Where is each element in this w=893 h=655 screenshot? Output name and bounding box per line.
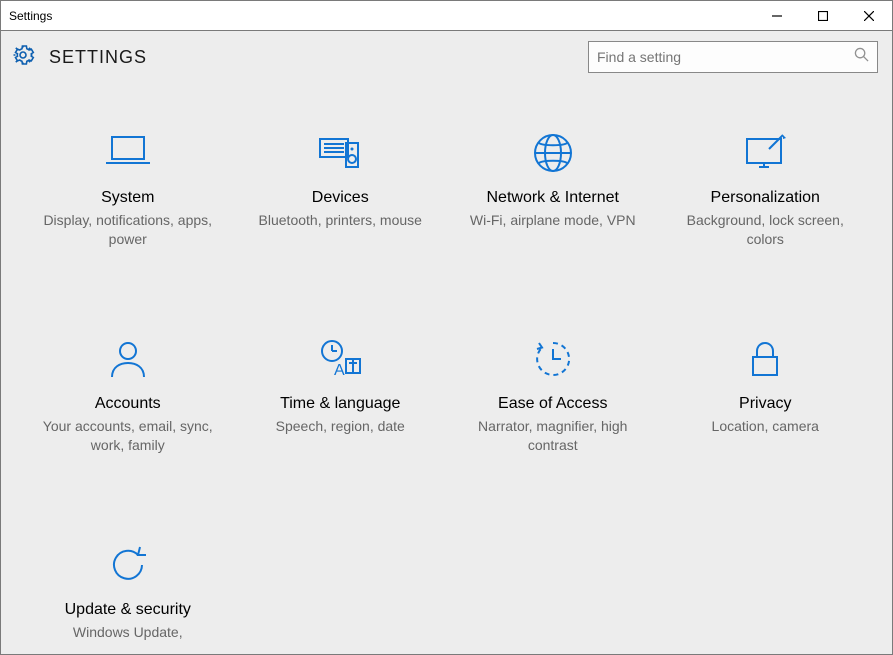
devices-icon [245, 123, 435, 175]
tile-title: System [33, 189, 223, 207]
tile-description: Display, notifications, apps, power [33, 211, 223, 249]
ease-of-access-tile[interactable]: Ease of Access Narrator, magnifier, high … [458, 329, 648, 455]
tile-description: Speech, region, date [245, 417, 435, 436]
personalization-tile[interactable]: Personalization Background, lock screen, … [670, 123, 860, 249]
title-bar: Settings [0, 0, 893, 30]
scroll-area[interactable]: System Display, notifications, apps, powe… [1, 93, 892, 654]
tile-title: Devices [245, 189, 435, 207]
close-button[interactable] [846, 1, 892, 30]
privacy-icon [670, 329, 860, 381]
devices-tile[interactable]: Devices Bluetooth, printers, mouse [245, 123, 435, 249]
tile-description: Bluetooth, printers, mouse [245, 211, 435, 230]
tiles-grid: System Display, notifications, apps, powe… [27, 123, 867, 654]
tile-description: Your accounts, email, sync, work, family [33, 417, 223, 455]
time-language-tile[interactable]: Time & language Speech, region, date [245, 329, 435, 455]
privacy-tile[interactable]: Privacy Location, camera [670, 329, 860, 455]
network-internet-tile[interactable]: Network & Internet Wi-Fi, airplane mode, … [458, 123, 648, 249]
tile-title: Accounts [33, 395, 223, 413]
update-icon [33, 535, 223, 587]
tile-title: Privacy [670, 395, 860, 413]
tile-description: Wi-Fi, airplane mode, VPN [458, 211, 648, 230]
personal-icon [670, 123, 860, 175]
search-icon [854, 47, 869, 67]
network-icon [458, 123, 648, 175]
tile-title: Personalization [670, 189, 860, 207]
tile-description: Windows Update, [33, 623, 223, 642]
system-icon [33, 123, 223, 175]
accounts-icon [33, 329, 223, 381]
tile-description: Background, lock screen, colors [670, 211, 860, 249]
accounts-tile[interactable]: Accounts Your accounts, email, sync, work… [33, 329, 223, 455]
tile-title: Ease of Access [458, 395, 648, 413]
search-input[interactable] [597, 49, 854, 65]
gear-icon [11, 43, 35, 72]
tile-title: Time & language [245, 395, 435, 413]
ease-icon [458, 329, 648, 381]
update-security-tile[interactable]: Update & security Windows Update, [33, 535, 223, 642]
search-box[interactable] [588, 41, 878, 73]
header-row: SETTINGS [1, 31, 892, 93]
system-tile[interactable]: System Display, notifications, apps, powe… [33, 123, 223, 249]
client-area: SETTINGS System Display, notifications, a… [0, 30, 893, 655]
tile-description: Narrator, magnifier, high contrast [458, 417, 648, 455]
tile-description: Location, camera [670, 417, 860, 436]
maximize-button[interactable] [800, 1, 846, 30]
page-title: SETTINGS [49, 47, 147, 68]
tile-title: Network & Internet [458, 189, 648, 207]
timelang-icon [245, 329, 435, 381]
window-controls [754, 1, 892, 30]
tile-title: Update & security [33, 601, 223, 619]
window-title: Settings [9, 9, 52, 23]
minimize-button[interactable] [754, 1, 800, 30]
